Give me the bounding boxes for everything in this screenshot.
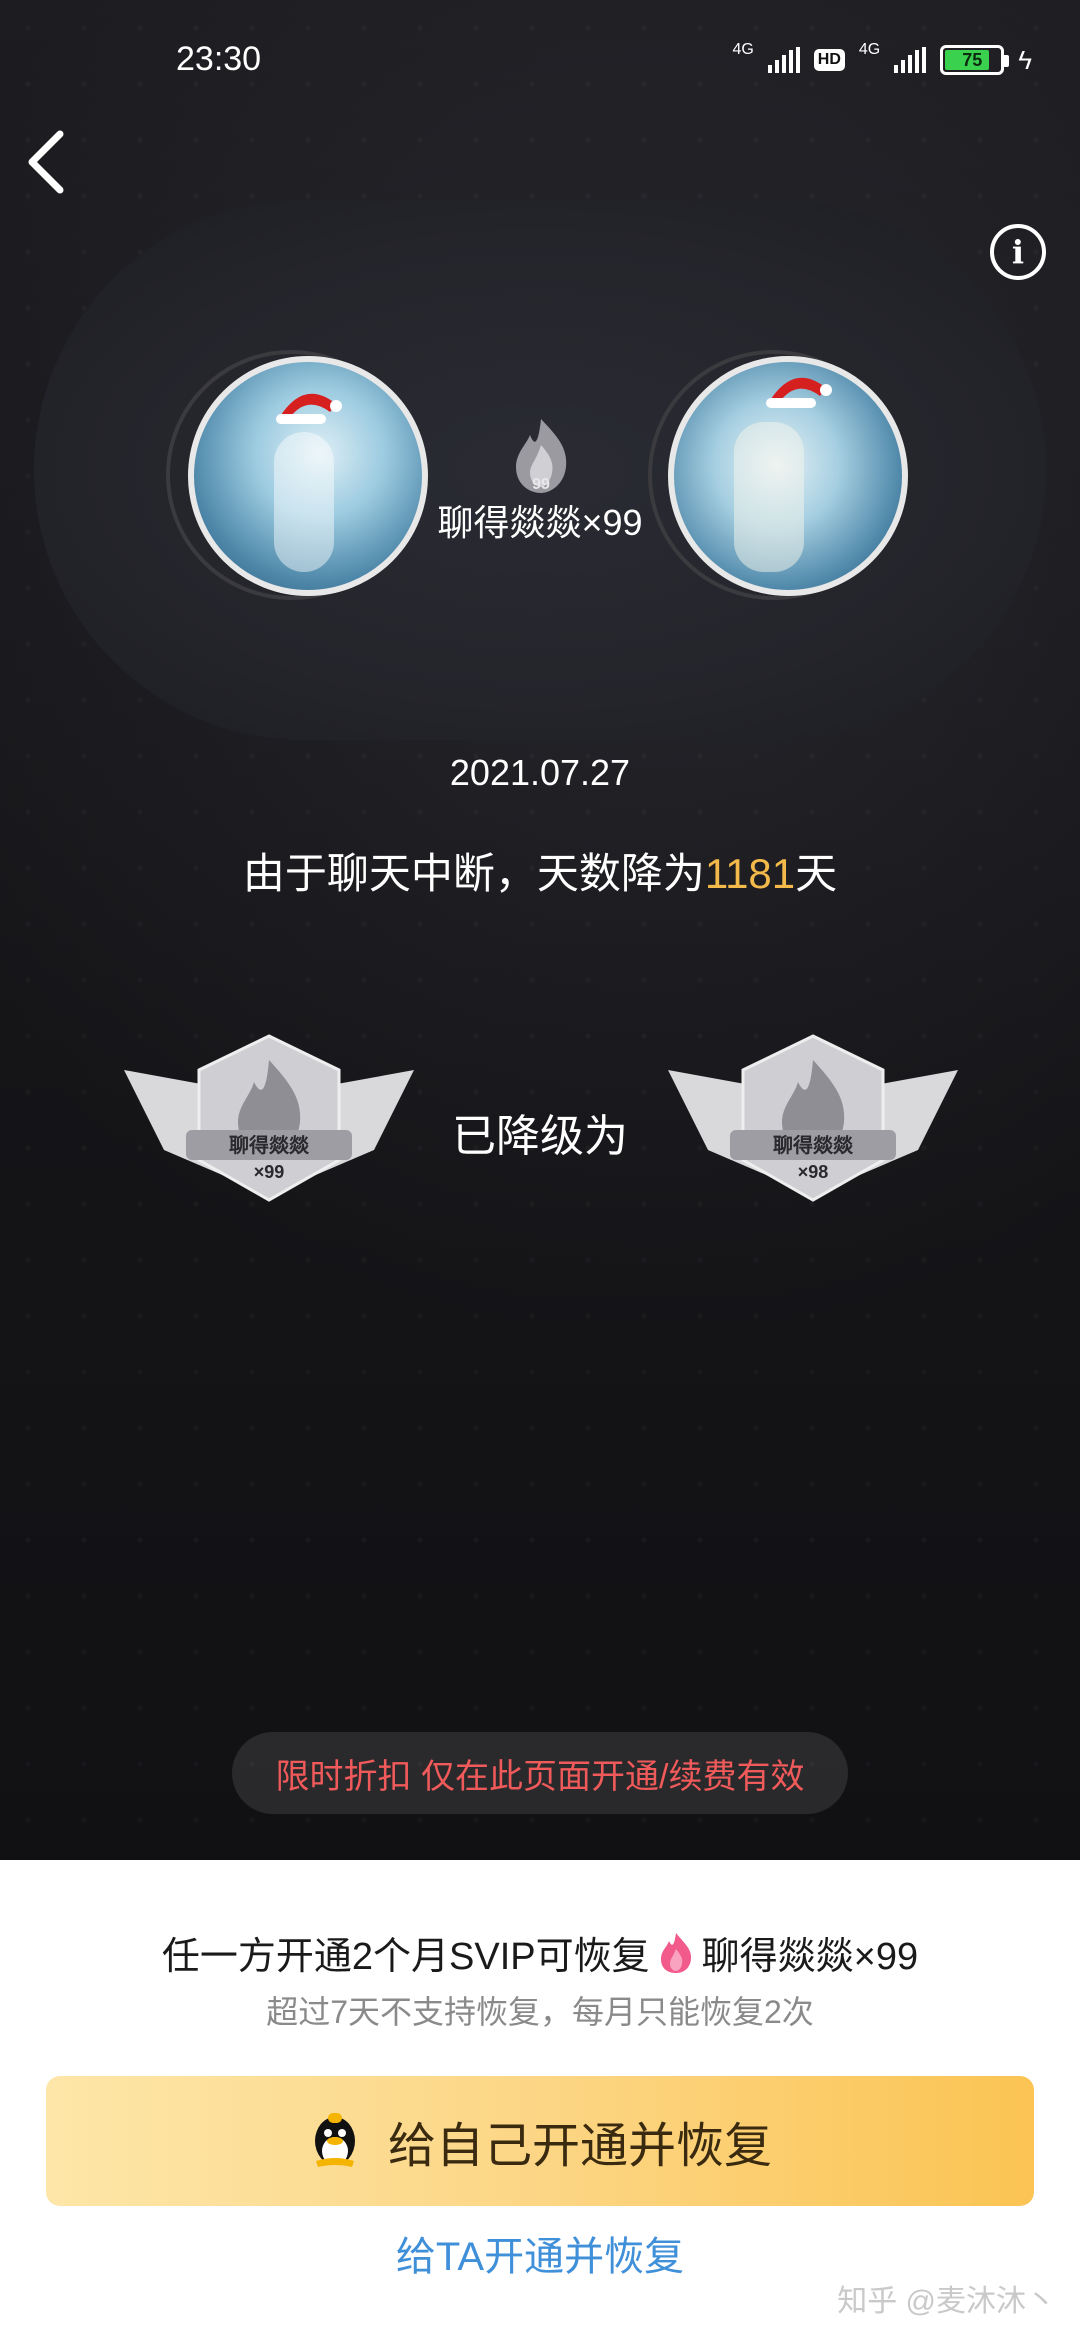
old-level-medal-icon: 聊得燚燚 ×99 [124,1034,414,1202]
old-medal-level: ×99 [254,1162,285,1182]
chevron-left-icon [28,130,64,194]
friend-avatar[interactable] [668,356,908,596]
hd-icon: HD [813,49,845,71]
santa-hat-icon [276,393,342,424]
signal-icon-2 [894,47,927,73]
status-bar: 23:30 4G HD 4G 75 ϟ [0,0,1080,120]
restore-limit-note: 超过7天不支持恢复，每月只能恢复2次 [266,1994,814,2030]
desc-prefix: 由于聊天中断，天数降为 [242,850,705,897]
info-icon[interactable]: i [990,224,1046,280]
open-for-self-button[interactable]: 给自己开通并恢复 [46,2076,1034,2206]
downgrade-description: 由于聊天中断，天数降为1181天 [0,840,1080,901]
network-type-2: 4G [858,41,881,58]
restore-prefix: 任一方开通2个月SVIP可恢复 [161,1936,650,1978]
desc-suffix: 天 [795,850,838,897]
old-medal-label: 聊得燚燚 [229,1133,310,1157]
signal-icon [767,47,800,73]
promo-banner: 限时折扣 仅在此页面开通/续费有效 [232,1732,848,1814]
downgrade-label: 已降级为 [452,1112,628,1161]
new-medal-label: 聊得燚燚 [773,1133,854,1157]
back-button[interactable] [18,122,78,202]
restore-condition: 任一方开通2个月SVIP可恢复 聊得燚燚×99 [0,1925,1080,1980]
svg-text:99: 99 [532,476,550,493]
days-count: 1181 [704,850,796,897]
battery-level: 75 [962,49,983,70]
watermark: 知乎 @麦沐沐丶 [837,2285,1056,2318]
qq-penguin-icon [314,2113,355,2167]
relationship-level-name: 聊得燚燚×99 [437,502,643,543]
battery-icon: 75 [940,45,1010,75]
restore-level-name: 聊得燚燚×99 [701,1936,919,1978]
my-avatar[interactable] [188,356,428,596]
open-for-self-label: 给自己开通并恢复 [387,2120,772,2173]
downgrade-date: 2021.07.27 [449,752,631,793]
open-for-friend-link[interactable]: 给TA开通并恢复 [0,2224,1080,2282]
new-level-medal-icon: 聊得燚燚 ×98 [668,1034,958,1202]
network-type-1: 4G [732,41,754,58]
santa-hat-icon [766,377,832,408]
relationship-screen: 23:30 4G HD 4G 75 ϟ i 99 聊得燚燚×99 2021.07… [0,0,1080,1860]
flame-level-icon: 99 [516,419,567,493]
status-icons: 4G HD 4G 75 ϟ [732,40,1032,80]
new-medal-level: ×98 [798,1162,829,1182]
status-time: 23:30 [176,40,262,78]
charging-icon: ϟ [1018,44,1032,75]
flame-icon [660,1932,691,1973]
